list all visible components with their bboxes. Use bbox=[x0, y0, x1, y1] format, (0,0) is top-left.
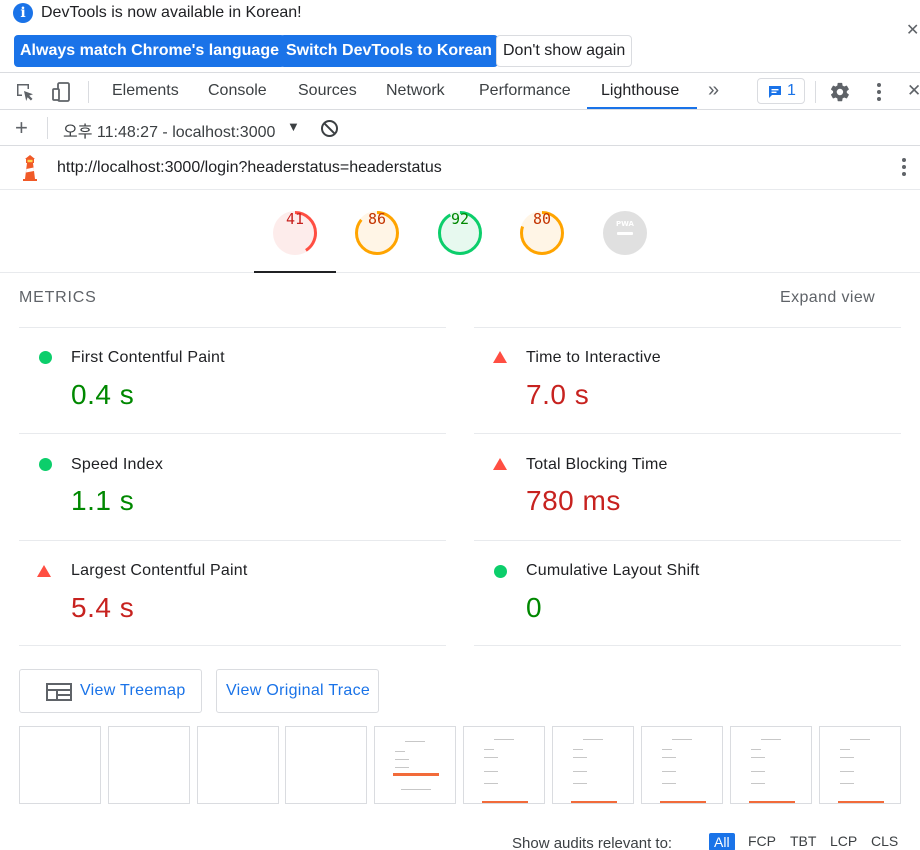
tab-elements[interactable]: Elements bbox=[112, 82, 179, 100]
metric-value: 780 ms bbox=[526, 485, 621, 516]
divider bbox=[474, 645, 901, 646]
pass-indicator-icon bbox=[494, 565, 507, 578]
metric-title: Cumulative Layout Shift bbox=[526, 562, 700, 579]
metric-value: 0.4 s bbox=[71, 379, 135, 410]
divider bbox=[19, 433, 446, 434]
filmstrip-frame bbox=[108, 726, 190, 804]
report-url-bar: http://localhost:3000/login?headerstatus… bbox=[0, 146, 920, 190]
treemap-icon bbox=[46, 683, 72, 701]
chevron-down-icon[interactable]: ▼ bbox=[287, 119, 300, 134]
filter-chip-fcp[interactable]: FCP bbox=[748, 833, 776, 849]
metric-title: Total Blocking Time bbox=[526, 456, 668, 473]
divider bbox=[19, 327, 446, 328]
clear-all-icon[interactable] bbox=[320, 119, 339, 138]
divider bbox=[19, 540, 446, 541]
filmstrip-frame bbox=[19, 726, 101, 804]
toolbar-divider bbox=[47, 117, 48, 139]
filmstrip-frame bbox=[819, 726, 901, 804]
tab-performance[interactable]: Performance bbox=[479, 82, 571, 100]
devtools-tab-bar: Elements Console Sources Network Perform… bbox=[0, 72, 920, 110]
report-selector[interactable]: 오후 11:48:27 - localhost:3000 bbox=[63, 118, 275, 142]
filmstrip-frame bbox=[552, 726, 634, 804]
fail-indicator-icon bbox=[37, 565, 51, 577]
new-report-plus-icon[interactable]: + bbox=[15, 115, 28, 141]
pass-indicator-icon bbox=[39, 351, 52, 364]
divider bbox=[474, 327, 901, 328]
svg-text:PWA: PWA bbox=[616, 220, 635, 228]
gauge-score: 92 bbox=[450, 210, 470, 228]
more-options-icon[interactable] bbox=[877, 83, 881, 104]
gauge-best-practices[interactable]: 92 bbox=[437, 210, 483, 256]
divider bbox=[474, 540, 901, 541]
tab-sources[interactable]: Sources bbox=[298, 82, 357, 100]
always-match-language-button[interactable]: Always match Chrome's language bbox=[14, 35, 285, 67]
gauge-seo[interactable]: 80 bbox=[519, 210, 565, 256]
metric-title: First Contentful Paint bbox=[71, 349, 225, 366]
close-icon[interactable]: ✕ bbox=[906, 20, 920, 40]
audit-filter-label: Show audits relevant to: bbox=[512, 835, 673, 850]
gauge-score: 80 bbox=[532, 210, 552, 228]
infobar-message: DevTools is now available in Korean! bbox=[41, 4, 302, 21]
report-menu-icon[interactable] bbox=[902, 158, 906, 179]
gauge-accessibility[interactable]: 86 bbox=[354, 210, 400, 256]
message-icon bbox=[769, 86, 781, 98]
toolbar-divider bbox=[815, 81, 816, 103]
tab-console[interactable]: Console bbox=[208, 82, 267, 100]
metric-title: Speed Index bbox=[71, 456, 164, 473]
device-toolbar-icon[interactable] bbox=[50, 81, 72, 103]
pass-indicator-icon bbox=[39, 458, 52, 471]
metric-value: 0 bbox=[526, 592, 543, 623]
gauge-pwa[interactable]: PWA bbox=[602, 210, 648, 256]
filmstrip-frame bbox=[374, 726, 456, 804]
gear-icon[interactable] bbox=[829, 81, 851, 103]
inspect-element-icon[interactable] bbox=[14, 81, 36, 103]
fail-indicator-icon bbox=[493, 458, 507, 470]
report-url: http://localhost:3000/login?headerstatus… bbox=[57, 159, 442, 176]
tab-network[interactable]: Network bbox=[386, 82, 445, 100]
metric-value: 7.0 s bbox=[526, 379, 590, 410]
lighthouse-toolbar: + 오후 11:48:27 - localhost:3000 ▼ bbox=[0, 110, 920, 146]
info-icon: i bbox=[13, 3, 33, 23]
metrics-heading: METRICS bbox=[19, 289, 97, 306]
tab-lighthouse[interactable]: Lighthouse bbox=[601, 82, 679, 100]
filmstrip-frame bbox=[641, 726, 723, 804]
metric-value: 5.4 s bbox=[71, 592, 135, 623]
toolbar-divider bbox=[88, 81, 89, 103]
pwa-badge-icon: PWA bbox=[603, 211, 647, 255]
lighthouse-logo-icon bbox=[23, 155, 37, 181]
divider bbox=[19, 645, 446, 646]
filter-chip-all[interactable]: All bbox=[709, 833, 735, 850]
close-devtools-icon[interactable]: ✕ bbox=[907, 81, 920, 101]
dont-show-again-button[interactable]: Don't show again bbox=[496, 35, 633, 67]
view-treemap-button[interactable]: View Treemap bbox=[19, 669, 202, 713]
issues-count: 1 bbox=[787, 82, 796, 99]
fail-indicator-icon bbox=[493, 351, 507, 363]
active-gauge-indicator bbox=[254, 271, 336, 273]
metric-value: 1.1 s bbox=[71, 485, 135, 516]
language-infobar: i DevTools is now available in Korean! ✕… bbox=[0, 0, 920, 72]
expand-view-toggle[interactable]: Expand view bbox=[780, 289, 875, 307]
gauge-score: 86 bbox=[367, 210, 387, 228]
category-gauges: 41 86 92 80 PWA bbox=[0, 190, 920, 273]
filter-chip-cls[interactable]: CLS bbox=[871, 833, 898, 849]
metric-title: Largest Contentful Paint bbox=[71, 562, 248, 579]
filmstrip-frame bbox=[730, 726, 812, 804]
gauge-performance[interactable]: 41 bbox=[272, 210, 318, 256]
filmstrip-frame bbox=[197, 726, 279, 804]
filter-chip-tbt[interactable]: TBT bbox=[790, 833, 816, 849]
active-tab-indicator bbox=[587, 107, 697, 109]
more-tabs-chevron-icon[interactable]: » bbox=[708, 79, 719, 102]
view-original-trace-label: View Original Trace bbox=[226, 682, 371, 699]
view-treemap-label: View Treemap bbox=[80, 682, 186, 699]
switch-to-korean-button[interactable]: Switch DevTools to Korean bbox=[280, 35, 498, 67]
metric-title: Time to Interactive bbox=[526, 349, 661, 366]
divider bbox=[474, 433, 901, 434]
filmstrip-frame bbox=[285, 726, 367, 804]
filmstrip-frame bbox=[463, 726, 545, 804]
filter-chip-lcp[interactable]: LCP bbox=[830, 833, 857, 849]
gauge-score: 41 bbox=[285, 210, 305, 228]
issues-counter-button[interactable] bbox=[757, 78, 805, 104]
view-original-trace-button[interactable]: View Original Trace bbox=[216, 669, 379, 713]
